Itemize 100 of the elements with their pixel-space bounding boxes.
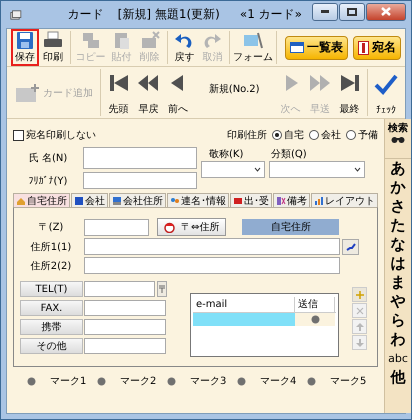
zip-label: 〒(Z)	[38, 221, 64, 234]
fast-forward-icon	[309, 73, 332, 93]
mark-dot-icon	[97, 376, 106, 386]
address-radio[interactable]: 会社	[309, 128, 341, 142]
name-input[interactable]	[83, 147, 197, 169]
close-icon	[354, 306, 364, 316]
zip-mark-button[interactable]	[157, 281, 167, 297]
chevron-down-icon	[354, 167, 361, 172]
nav-button[interactable]: 早戻	[133, 67, 164, 118]
record-position: 新規(No.2)	[208, 82, 261, 96]
furigana-label: ﾌﾘｶﾞﾅ(Y)	[28, 174, 68, 186]
toolbar-button[interactable]: フォーム	[233, 29, 274, 66]
nav-button[interactable]: 先頭	[104, 67, 134, 118]
index-letter[interactable]: た	[390, 216, 406, 235]
plus-button[interactable]	[352, 287, 367, 302]
index-letter[interactable]: は	[390, 254, 406, 273]
toolbar-button[interactable]: 一覧表	[285, 36, 348, 60]
arrow-up-icon	[354, 322, 364, 332]
phone-type-button[interactable]: その他	[20, 338, 83, 354]
bar-chart-icon	[314, 196, 324, 206]
window-title: カード	[68, 6, 104, 23]
print-address-label: 印刷住所	[227, 128, 267, 142]
index-letter[interactable]: や	[390, 292, 406, 311]
skip-forward-icon	[338, 73, 361, 93]
close-button[interactable]	[366, 2, 406, 20]
phone-type-button[interactable]: TEL(T)	[20, 281, 83, 297]
mark-label: マーク4	[260, 375, 296, 388]
index-letter[interactable]: ら	[390, 311, 406, 330]
honorific-dropdown[interactable]	[201, 161, 265, 178]
index-letter[interactable]: 他	[390, 368, 406, 387]
nav-button[interactable]: 前へ	[163, 67, 193, 118]
chevron-down-icon	[254, 167, 261, 172]
add-card-icon	[15, 82, 41, 102]
mark-label: マーク5	[330, 375, 366, 388]
cards-icon	[10, 8, 22, 20]
phone-type-button[interactable]: 携帯	[20, 319, 83, 335]
toolbar-button[interactable]: 戻す	[170, 29, 198, 66]
tab[interactable]: 会社住所	[109, 193, 166, 207]
toolbar-button[interactable]: 保存	[11, 29, 39, 66]
binoculars-icon	[391, 135, 405, 144]
tab[interactable]: 自宅住所	[13, 193, 70, 207]
address2-input[interactable]	[84, 257, 340, 274]
rewind-icon	[137, 73, 160, 93]
phone-input[interactable]	[84, 300, 166, 316]
name-label: 氏 名(N)	[28, 152, 68, 165]
phone-type-button[interactable]: FAX.	[20, 300, 83, 316]
phone-input[interactable]	[84, 319, 166, 335]
index-letter[interactable]: な	[390, 235, 406, 254]
column-header: e-mail	[193, 297, 295, 312]
phone-input[interactable]	[84, 338, 166, 354]
mark-dot-icon	[167, 376, 176, 386]
index-letter[interactable]: か	[390, 178, 406, 197]
toolbar-button[interactable]: 印刷	[38, 29, 67, 66]
index-letter[interactable]: さ	[390, 197, 406, 216]
index-letter[interactable]: abc	[388, 349, 408, 368]
address-card-icon	[358, 40, 369, 54]
minimize-button[interactable]	[312, 2, 338, 20]
address-radio[interactable]: 自宅	[272, 128, 304, 142]
index-letter[interactable]: わ	[390, 330, 406, 349]
toolbar-button[interactable]: 宛名	[353, 36, 401, 60]
address1-input[interactable]	[84, 238, 340, 255]
honorific-label: 敬称(K)	[209, 148, 244, 161]
mark-label: マーク1	[50, 375, 86, 388]
send-dot-icon	[310, 315, 320, 324]
map-button[interactable]	[342, 238, 359, 254]
record-count: «1 カード»	[240, 6, 302, 23]
maximize-button[interactable]	[339, 2, 365, 20]
arrow-down-icon	[354, 338, 364, 348]
postal-mark-icon	[159, 285, 165, 293]
column-header: 送信	[295, 297, 335, 312]
maximize-icon	[347, 8, 357, 16]
tab[interactable]: レイアウト	[311, 193, 378, 207]
category-dropdown[interactable]	[269, 161, 365, 178]
address-radio[interactable]: 予備	[346, 128, 378, 142]
tab[interactable]: 出･受	[230, 193, 272, 207]
mark-dot-icon	[307, 376, 316, 386]
category-label: 分類(Q)	[271, 148, 308, 161]
checkmark-icon	[374, 73, 398, 95]
no-print-checkbox[interactable]: 宛名印刷しない	[13, 128, 96, 142]
index-letter[interactable]: ま	[390, 273, 406, 292]
minimize-icon	[321, 10, 329, 13]
skip-back-icon	[108, 73, 130, 93]
nav-button[interactable]: 最終	[334, 67, 364, 118]
mark-dot-icon	[27, 376, 36, 386]
email-row[interactable]	[193, 313, 336, 326]
table-icon	[290, 42, 304, 53]
check-button[interactable]: ﾁｪｯｸ	[371, 67, 401, 118]
tab[interactable]: 備考	[273, 193, 310, 207]
zip-lookup-button[interactable]: 〒⇔住所	[157, 218, 226, 236]
search-button[interactable]: 検索	[384, 119, 411, 159]
furigana-input[interactable]	[83, 172, 197, 189]
tab[interactable]: 会社	[71, 193, 108, 207]
document-status: [新規] 無題1(更新)	[118, 6, 220, 23]
index-letter[interactable]: あ	[390, 159, 406, 178]
tab[interactable]: 連名･情報	[167, 193, 229, 207]
address2-label: 住所2(2)	[30, 260, 72, 272]
zip-input[interactable]	[84, 218, 149, 236]
address1-label: 住所1(1)	[30, 240, 72, 254]
mark-dot-icon	[237, 376, 246, 386]
phone-input[interactable]	[84, 281, 155, 297]
